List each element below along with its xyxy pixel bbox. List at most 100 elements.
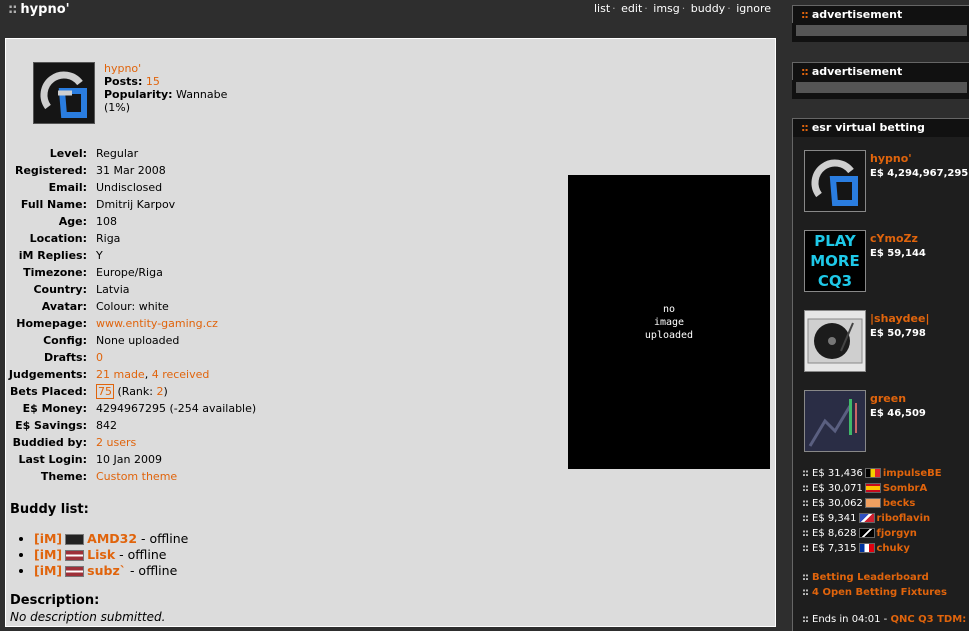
popularity-label: Popularity: [104, 88, 173, 101]
field-label: E$ Money: [22, 402, 87, 415]
bullet-icon: :: [802, 468, 809, 479]
im-link[interactable]: [iM] [34, 547, 62, 562]
advertisement-box-2: :: advertisement [792, 62, 969, 99]
buddy-name-link[interactable]: subz` [87, 563, 126, 578]
bettor-name-link[interactable]: impulseBE [883, 468, 942, 479]
rank-prefix: (Rank: [117, 385, 157, 398]
betting-leaderboard-link[interactable]: Betting Leaderboard [812, 572, 929, 583]
field-value: 108 [96, 215, 117, 228]
field-value: 10 Jan 2009 [96, 453, 162, 466]
bullet-icon: :: [802, 498, 809, 509]
bets-count-link[interactable]: 75 [96, 384, 114, 399]
avatar-flag-icon [864, 498, 881, 508]
game-screenshot-icon [805, 391, 865, 451]
bettor-avatar[interactable] [804, 390, 866, 452]
avatar-logo-icon [34, 63, 94, 123]
field-label: Level: [49, 147, 87, 160]
field-label: Location: [29, 232, 87, 245]
posts-count-link[interactable]: 15 [146, 75, 160, 88]
field-value: Regular [96, 147, 139, 160]
field-value: Y [96, 249, 103, 262]
buddy-status: - offline [141, 531, 189, 546]
avatar-logo-icon [805, 151, 865, 211]
avatar-text: MORE [810, 252, 860, 270]
field-row: Judgements: 21 made, 4 received [6, 366, 256, 383]
buddy-list: [iM] AMD32 - offline [iM] Lisk - offline [… [34, 531, 188, 579]
judgements-received-link[interactable]: 4 received [152, 368, 210, 381]
field-row: Age: 108 [6, 213, 256, 230]
nav-list-link[interactable]: list [594, 2, 610, 15]
nav-buddy-link[interactable]: buddy [691, 2, 725, 15]
bettor-amount: E$ 31,436 [812, 468, 863, 479]
popularity-percent: (1%) [104, 101, 131, 114]
separator: , [144, 368, 152, 381]
bettor-amount: E$ 30,071 [812, 483, 863, 494]
avatar [33, 62, 95, 124]
field-value: Colour: white [96, 300, 169, 313]
field-value: Undisclosed [96, 181, 163, 194]
bettor-name-link[interactable]: becks [883, 498, 915, 509]
field-row: Registered: 31 Mar 2008 [6, 162, 256, 179]
field-value: 842 [96, 419, 117, 432]
nav-edit-link[interactable]: edit [621, 2, 642, 15]
turntable-icon [807, 318, 863, 364]
nav-ignore-link[interactable]: ignore [736, 2, 771, 15]
advertisement-body [796, 82, 967, 93]
bullet-icon: :: [802, 483, 809, 494]
bettor-name-link[interactable]: green [870, 392, 906, 405]
bettor-name-link[interactable]: cYmoZz [870, 232, 918, 245]
im-link[interactable]: [iM] [34, 563, 62, 578]
buddy-name-link[interactable]: Lisk [87, 547, 115, 562]
drafts-link[interactable]: 0 [96, 349, 103, 366]
field-label: Judgements: [8, 368, 87, 381]
theme-link[interactable]: Custom theme [96, 468, 177, 485]
bettor-name-link[interactable]: SombrA [883, 483, 927, 494]
bettor-amount: E$ 8,628 [812, 528, 857, 539]
belgium-flag-icon [864, 468, 881, 478]
open-fixtures-link[interactable]: 4 Open Betting Fixtures [812, 587, 947, 598]
field-row: Email: Undisclosed [6, 179, 256, 196]
fixture-match-link[interactable]: QNC Q3 TDM: C [890, 614, 969, 625]
list-item: [iM] subz` - offline [34, 563, 188, 579]
field-value: Latvia [96, 283, 130, 296]
bettor-avatar[interactable] [804, 310, 866, 372]
advertisement-title: advertisement [811, 65, 903, 78]
homepage-link[interactable]: www.entity-gaming.cz [96, 315, 218, 332]
bettor-name-link[interactable]: |shaydee| [870, 312, 929, 325]
field-row: Location: Riga [6, 230, 256, 247]
field-row: Avatar: Colour: white [6, 298, 256, 315]
nav-separator: · [681, 2, 686, 15]
bullet-icon: :: [801, 121, 809, 134]
field-label: Config: [43, 334, 87, 347]
judgements-made-link[interactable]: 21 made [96, 368, 145, 381]
betting-links: :: Betting Leaderboard :: 4 Open Betting F… [802, 570, 947, 600]
advertisement-body [796, 25, 967, 36]
field-value: Europe/Riga [96, 266, 163, 279]
advertisement-box-1: :: advertisement [792, 5, 969, 42]
bettor-name-link[interactable]: fjorgyn [877, 528, 917, 539]
bettor-avatar[interactable] [804, 150, 866, 212]
clan-tag-icon [65, 534, 85, 545]
profile-name-link[interactable]: hypno' [104, 62, 141, 75]
france-flag-icon [858, 543, 875, 553]
bettor-name-link[interactable]: chuky [877, 543, 910, 554]
nav-imsg-link[interactable]: imsg [653, 2, 680, 15]
field-row: Level: Regular [6, 145, 256, 162]
page-title: :: hypno' [8, 2, 70, 17]
field-label: Registered: [15, 164, 87, 177]
buddy-name-link[interactable]: AMD32 [87, 531, 137, 546]
rank-suffix: ) [163, 385, 168, 398]
field-label: iM Replies: [18, 249, 87, 262]
field-row: Full Name: Dmitrij Karpov [6, 196, 256, 213]
field-value: Riga [96, 232, 121, 245]
popularity-value: Wannabe [176, 88, 228, 101]
bettor-amount: E$ 9,341 [812, 513, 857, 524]
list-item: :: E$ 30,062 becks [802, 496, 942, 511]
nav-separator: · [727, 2, 731, 15]
bullet-icon: :: [802, 528, 809, 539]
im-link[interactable]: [iM] [34, 531, 62, 546]
buddied-by-link[interactable]: 2 users [96, 434, 136, 451]
bettor-avatar[interactable]: PLAY MORE CQ3 [804, 230, 866, 292]
bettor-name-link[interactable]: riboflavin [877, 513, 931, 524]
bettor-name-link[interactable]: hypno' [870, 152, 912, 165]
